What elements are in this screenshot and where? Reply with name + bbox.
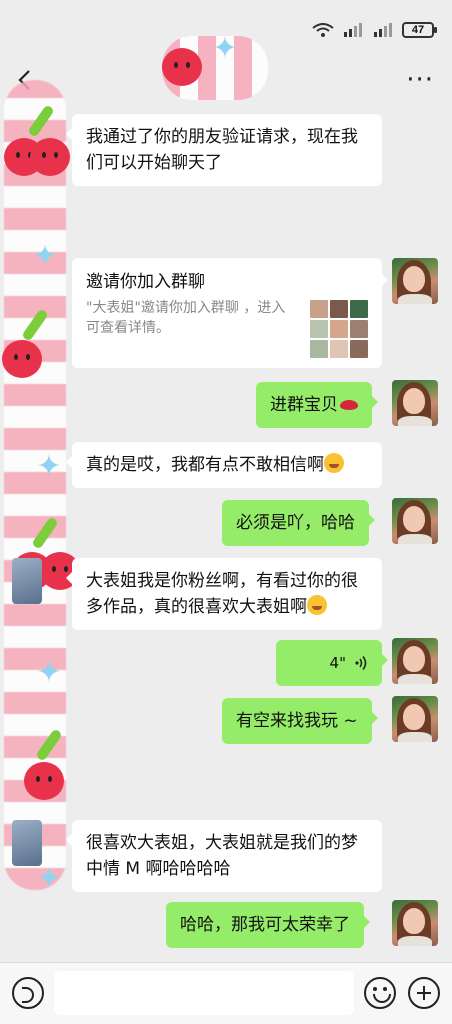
avatar[interactable]: [392, 258, 438, 304]
avatar[interactable]: [12, 558, 42, 604]
message-text: 进群宝贝: [270, 395, 338, 415]
laughing-emoji-icon: [324, 453, 344, 473]
avatar[interactable]: [12, 820, 42, 866]
voice-icon[interactable]: [12, 977, 44, 1009]
battery-icon: 47: [402, 22, 437, 38]
avatar[interactable]: [392, 900, 438, 946]
wifi-icon: [312, 23, 334, 37]
laughing-emoji-icon: [307, 595, 327, 615]
emoji-icon[interactable]: [364, 977, 396, 1009]
message-bubble[interactable]: 进群宝贝: [256, 382, 378, 428]
signal-icon: [374, 23, 392, 37]
voice-duration: 4": [329, 654, 346, 672]
cherry-sticker-icon: [2, 340, 42, 378]
message-bubble[interactable]: 有空来找我玩 ~: [222, 698, 378, 744]
star-sticker-icon: ✦: [36, 861, 62, 896]
star-sticker-icon: ✦: [212, 31, 238, 66]
avatar[interactable]: [392, 380, 438, 426]
lips-emoji-icon: [340, 400, 358, 410]
card-title: 邀请你加入群聊: [86, 272, 205, 292]
cherry-sticker-icon: [162, 48, 202, 86]
message-bubble[interactable]: 我通过了你的朋友验证请求，现在我们可以开始聊天了: [66, 114, 382, 186]
cherry-sticker-icon: [30, 138, 70, 176]
message-bubble[interactable]: 很喜欢大表姐，大表姐就是我们的梦中情 M 啊哈哈哈哈: [66, 820, 382, 892]
voice-message[interactable]: 4": [276, 640, 388, 686]
input-bar: [0, 962, 452, 1024]
more-icon[interactable]: ···: [406, 67, 434, 93]
avatar[interactable]: [392, 638, 438, 684]
message-bubble[interactable]: 真的是哎，我都有点不敢相信啊: [66, 442, 382, 488]
avatar[interactable]: [392, 498, 438, 544]
voice-wave-icon: [355, 656, 367, 670]
card-description: "大表姐"邀请你加入群聊 ，进入可查看详情。: [86, 300, 286, 336]
message-bubble[interactable]: 大表姐我是你粉丝啊，有看过你的很多作品，真的很喜欢大表姐啊: [66, 558, 382, 630]
star-sticker-icon: ✦: [36, 449, 62, 484]
message-text: 真的是哎，我都有点不敢相信啊: [86, 455, 324, 475]
star-sticker-icon: ✦: [32, 239, 58, 274]
message-input[interactable]: [54, 971, 354, 1015]
signal-icon: [344, 23, 362, 37]
group-invite-card[interactable]: 邀请你加入群聊 "大表姐"邀请你加入群聊 ，进入可查看详情。: [72, 258, 388, 368]
plus-icon[interactable]: [408, 977, 440, 1009]
star-sticker-icon: ✦: [36, 655, 62, 690]
cherry-sticker-icon: [24, 762, 64, 800]
message-bubble[interactable]: 必须是吖，哈哈: [222, 500, 375, 546]
group-thumbnail: [310, 300, 368, 358]
message-bubble[interactable]: 哈哈，那我可太荣幸了: [166, 902, 370, 948]
avatar[interactable]: [392, 696, 438, 742]
